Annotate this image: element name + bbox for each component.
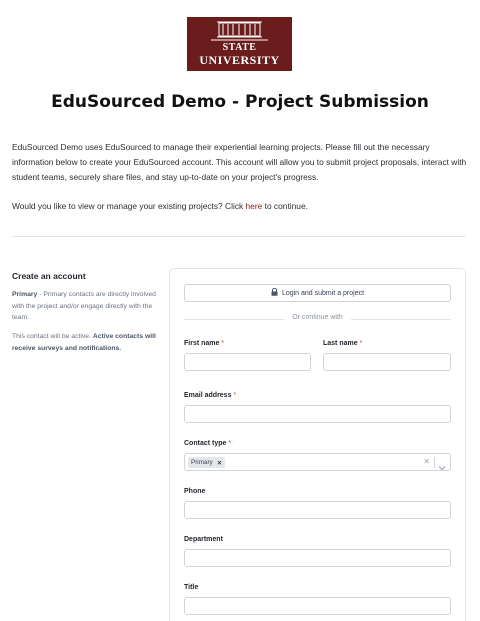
- here-link[interactable]: here: [246, 201, 263, 211]
- email-field[interactable]: [184, 405, 451, 423]
- note-prefix: This contact will be active.: [12, 333, 93, 340]
- last-name-label: Last name *: [323, 340, 363, 347]
- prompt-suffix: to continue.: [262, 201, 308, 211]
- logo-text-university: UNIVERSITY: [199, 53, 280, 67]
- email-label: Email address *: [184, 392, 237, 399]
- required-mark: *: [221, 340, 225, 347]
- section-title: Create an account: [12, 271, 86, 281]
- chevron-down-icon[interactable]: [438, 458, 446, 476]
- required-mark: *: [233, 392, 237, 399]
- or-continue-text: Or continue with: [292, 314, 343, 321]
- page-title: EduSourced Demo - Project Submission: [51, 92, 429, 112]
- required-mark: *: [359, 340, 363, 347]
- phone-label: Phone: [184, 488, 206, 495]
- lock-icon: [271, 287, 278, 298]
- department-field[interactable]: [184, 549, 451, 567]
- first-name-label: First name *: [184, 340, 225, 347]
- primary-label: Primary: [12, 291, 38, 298]
- section-divider: [12, 236, 466, 237]
- login-submit-button[interactable]: Login and submit a project: [184, 284, 451, 302]
- login-button-label: Login and submit a project: [281, 289, 365, 297]
- title-label: Title: [184, 584, 199, 591]
- contact-type-label: Contact type *: [184, 440, 232, 447]
- last-name-field[interactable]: [323, 353, 451, 371]
- required-mark: *: [228, 440, 232, 447]
- primary-description: Primary - Primary contacts are directly …: [12, 289, 162, 324]
- contact-type-chip: Primary ✕: [188, 457, 226, 468]
- prompt-prefix: Would you like to view or manage your ex…: [12, 201, 246, 211]
- intro-paragraph: EduSourced Demo uses EduSourced to manag…: [12, 142, 467, 183]
- university-logo: STATE UNIVERSITY: [187, 17, 292, 71]
- active-contact-note: This contact will be active. Active cont…: [12, 331, 162, 354]
- clear-icon[interactable]: ✕: [423, 457, 430, 466]
- contact-type-select[interactable]: Primary ✕ ✕: [184, 453, 451, 471]
- department-label: Department: [184, 536, 223, 543]
- select-separator: [434, 457, 435, 468]
- remove-icon[interactable]: ✕: [217, 459, 222, 467]
- existing-projects-prompt: Would you like to view or manage your ex…: [12, 201, 472, 211]
- contact-type-value: Primary: [191, 459, 213, 466]
- logo-text-state: STATE: [222, 42, 257, 53]
- first-name-field[interactable]: [184, 353, 311, 371]
- title-field[interactable]: [184, 597, 451, 615]
- phone-field[interactable]: [184, 501, 451, 519]
